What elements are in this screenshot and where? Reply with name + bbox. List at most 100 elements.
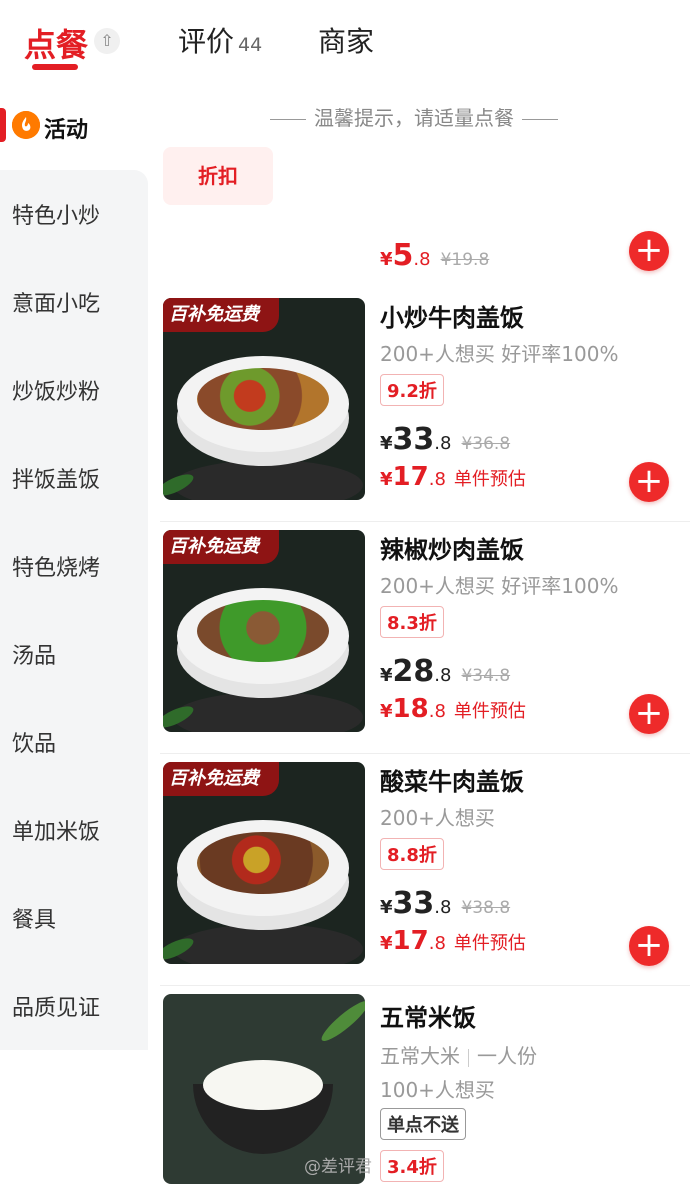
estimate-decimal: .8: [428, 933, 446, 954]
price-decimal: .8: [413, 249, 431, 270]
food: [197, 832, 329, 894]
tip-text: 温馨提示，请适量点餐: [314, 106, 514, 130]
sidebar-item-fried-rice[interactable]: 炒饭炒粉: [12, 374, 100, 406]
category-sidebar: 活动 特色小炒 意面小吃 炒饭炒粉 拌饭盖饭 特色烧烤 汤品 饮品 单加米饭 餐…: [0, 92, 148, 1181]
stone-base: [173, 460, 363, 500]
estimate-decimal: .8: [428, 701, 446, 722]
add-to-cart-button[interactable]: +: [629, 926, 669, 966]
flame-icon: [12, 111, 40, 139]
divider: [270, 119, 306, 120]
dish-name[interactable]: 酸菜牛肉盖饭: [380, 762, 524, 797]
discount-badge: 3.4折: [380, 1150, 444, 1182]
price-decimal: .8: [434, 897, 452, 918]
reviews-count: 44: [238, 34, 263, 56]
dish-price: ¥33.8 ¥38.8: [380, 886, 510, 921]
spec-portion: 一人份: [477, 1044, 537, 1068]
discount-badge: 8.8折: [380, 838, 444, 870]
dish-price: ¥33.8 ¥36.8: [380, 422, 510, 457]
currency-symbol: ¥: [380, 665, 393, 686]
dish-name[interactable]: 辣椒炒肉盖饭: [380, 530, 524, 565]
sidebar-item-label: 活动: [44, 118, 89, 143]
estimate-integer: 17: [392, 926, 429, 956]
dish-image: 百补免运费: [163, 298, 365, 500]
currency-symbol: ¥: [380, 933, 393, 954]
food: [197, 368, 329, 430]
sidebar-item-rice-bowls[interactable]: 拌饭盖饭: [12, 462, 100, 494]
estimate-integer: 18: [392, 694, 429, 724]
tab-order[interactable]: 点餐: [24, 20, 88, 66]
estimate-label: 单件预估: [453, 469, 526, 490]
free-delivery-ribbon: 百补免运费: [163, 530, 279, 564]
sidebar-item-pasta-snacks[interactable]: 意面小吃: [12, 286, 100, 318]
sidebar-item-extra-rice[interactable]: 单加米饭: [12, 814, 100, 846]
original-price: ¥38.8: [461, 898, 511, 918]
discount-chip[interactable]: 折扣: [163, 147, 273, 205]
estimate-integer: 17: [392, 462, 429, 492]
add-to-cart-button[interactable]: +: [629, 462, 669, 502]
estimated-price: ¥17.8 单件预估: [380, 926, 526, 956]
add-to-cart-button[interactable]: +: [629, 231, 669, 271]
dish-price: ¥28.8 ¥34.8: [380, 654, 510, 689]
dish-meta: 200+人想买: [380, 806, 495, 830]
stone-base: [173, 924, 363, 964]
leaf: [317, 996, 365, 1046]
sidebar-item-bbq[interactable]: 特色烧烤: [12, 550, 100, 582]
currency-symbol: ¥: [380, 897, 393, 918]
price-integer: 33: [392, 886, 435, 921]
sidebar-item-quality[interactable]: 品质见证: [12, 990, 100, 1022]
price-decimal: .8: [434, 665, 452, 686]
active-indicator: [0, 108, 6, 142]
not-deliverable-alone-badge: 单点不送: [380, 1108, 466, 1140]
dish-name[interactable]: 小炒牛肉盖饭: [380, 298, 524, 333]
sidebar-item-soups[interactable]: 汤品: [12, 638, 56, 670]
menu-item[interactable]: 百补免运费 小炒牛肉盖饭 200+人想买 好评率100% 9.2折 ¥33.8 ¥…: [150, 290, 690, 522]
estimate-decimal: .8: [428, 469, 446, 490]
divider: [468, 1048, 469, 1067]
dish-name[interactable]: 五常米饭: [380, 998, 476, 1033]
original-price: ¥36.8: [461, 434, 511, 454]
sidebar-item-promotions[interactable]: 活动: [0, 92, 148, 164]
order-tip: 温馨提示，请适量点餐: [262, 102, 566, 131]
sidebar-list: 特色小炒 意面小吃 炒饭炒粉 拌饭盖饭 特色烧烤 汤品 饮品 单加米饭 餐具 品…: [0, 170, 148, 1050]
price-decimal: .8: [434, 433, 452, 454]
menu-item[interactable]: 百补免运费 酸菜牛肉盖饭 200+人想买 8.8折 ¥33.8 ¥38.8 ¥17…: [150, 754, 690, 986]
dish-meta: 200+人想买 好评率100%: [380, 574, 619, 598]
currency-symbol: ¥: [380, 469, 393, 490]
dish-image: 百补免运费: [163, 762, 365, 964]
price-integer: 28: [392, 654, 435, 689]
currency-symbol: ¥: [380, 249, 393, 270]
tab-reviews[interactable]: 评价 44: [178, 20, 262, 60]
menu-item[interactable]: 五常米饭 五常大米 一人份 100+人想买 单点不送 3.4折: [150, 994, 690, 1184]
add-to-cart-button[interactable]: +: [629, 694, 669, 734]
free-delivery-ribbon: 百补免运费: [163, 762, 279, 796]
watermark: @差评君: [304, 1157, 372, 1177]
currency-symbol: ¥: [380, 701, 393, 722]
menu-item[interactable]: 百补免运费 辣椒炒肉盖饭 200+人想买 好评率100% 8.3折 ¥28.8 ¥…: [150, 522, 690, 754]
dish-meta: 100+人想买: [380, 1078, 495, 1102]
active-tab-indicator: [32, 64, 78, 70]
price-integer: 33: [392, 422, 435, 457]
collapse-icon[interactable]: ⇧: [94, 28, 120, 54]
sidebar-item-special-stirfry[interactable]: 特色小炒: [12, 198, 100, 230]
stone-base: [173, 692, 363, 732]
tab-merchant[interactable]: 商家: [318, 20, 374, 60]
top-tabs: 点餐 ⇧ 评价 44 商家: [0, 0, 690, 90]
promo-price: ¥5.8 ¥19.8: [380, 238, 489, 273]
estimate-label: 单件预估: [453, 701, 526, 722]
price-integer: 5: [392, 238, 414, 273]
sidebar-item-drinks[interactable]: 饮品: [12, 726, 56, 758]
rice: [203, 1060, 323, 1110]
food: [197, 600, 329, 662]
estimated-price: ¥18.8 单件预估: [380, 694, 526, 724]
sidebar-item-utensils[interactable]: 餐具: [12, 902, 56, 934]
dish-spec: 五常大米 一人份: [380, 1040, 537, 1069]
dish-meta: 200+人想买 好评率100%: [380, 342, 619, 366]
divider: [522, 119, 558, 120]
discount-badge: 9.2折: [380, 374, 444, 406]
estimate-label: 单件预估: [453, 933, 526, 954]
currency-symbol: ¥: [380, 433, 393, 454]
original-price: ¥34.8: [461, 666, 511, 686]
dish-image: 百补免运费: [163, 530, 365, 732]
spec-rice: 五常大米: [380, 1044, 460, 1068]
original-price: ¥19.8: [440, 250, 490, 270]
